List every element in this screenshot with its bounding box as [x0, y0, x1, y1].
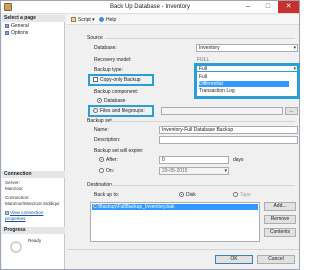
help-label: Help: [106, 17, 117, 23]
database-dropdown[interactable]: Inventory ▾: [196, 44, 298, 52]
name-label: Name:: [94, 127, 109, 133]
server-value: Manzoor: [5, 186, 23, 191]
select-page-header: Select a page: [2, 15, 65, 22]
page-icon: [5, 30, 9, 35]
script-dropdown-arrow[interactable]: ▾: [92, 17, 95, 23]
minimize-button[interactable]: –: [238, 1, 258, 13]
disk-radio[interactable]: Disk: [179, 192, 196, 198]
backup-type-label: Backup type:: [94, 67, 123, 73]
component-database-label: Database: [104, 98, 126, 104]
on-label: On:: [106, 168, 115, 174]
component-files-label: Files and filegroups:: [100, 108, 145, 114]
radio-icon[interactable]: [233, 192, 238, 198]
description-label: Description:: [94, 137, 121, 143]
after-label: After:: [106, 157, 118, 163]
expire-after-radio[interactable]: After:: [99, 157, 118, 163]
radio-icon[interactable]: [97, 98, 102, 104]
checkbox-box[interactable]: [93, 77, 98, 83]
expire-on-radio[interactable]: On:: [99, 168, 114, 174]
help-icon: [99, 17, 104, 23]
destination-section-title: Destination: [87, 182, 113, 188]
radio-icon[interactable]: [99, 168, 104, 174]
after-days-input[interactable]: 0: [159, 156, 229, 164]
add-destination-button[interactable]: Add...: [264, 202, 296, 211]
component-database-radio[interactable]: Database: [97, 98, 125, 104]
description-input[interactable]: [159, 136, 298, 144]
chevron-down-icon: ▾: [293, 45, 296, 51]
script-label: Script: [78, 17, 91, 23]
toolbar: Script ▾ Help: [67, 15, 299, 25]
view-connection-properties[interactable]: View connection properties: [5, 210, 64, 222]
tape-label: Tape: [240, 192, 251, 198]
copy-only-checkbox[interactable]: Copy-only Backup: [93, 77, 141, 83]
radio-icon[interactable]: [93, 108, 98, 114]
page-item-general[interactable]: General: [5, 23, 29, 29]
cancel-button[interactable]: Cancel: [257, 255, 295, 264]
recovery-model-label: Recovery model:: [94, 57, 132, 63]
view-connection-link[interactable]: View connection properties: [5, 210, 43, 221]
progress-status: Ready: [28, 238, 42, 243]
copy-only-label: Copy-only Backup: [100, 77, 141, 83]
destination-path-item[interactable]: C:\Backup\FullBackup_Inventory.bak: [92, 204, 258, 210]
database-value: Inventory: [199, 45, 220, 51]
page-icon: [5, 23, 9, 28]
chevron-down-icon: ▾: [224, 168, 227, 174]
page-item-label: Options: [11, 30, 29, 36]
remove-destination-button[interactable]: Remove: [264, 215, 296, 224]
expire-on-date-picker[interactable]: 29-05-2015 ▾: [159, 167, 229, 175]
days-unit-label: days: [233, 157, 244, 163]
ok-button[interactable]: OK: [215, 255, 253, 264]
progress-spinner-icon: [10, 241, 22, 253]
backup-type-highlight: [194, 63, 300, 99]
connection-value: Manzoor\Manzoor.Siddiqui: [5, 201, 60, 206]
help-button[interactable]: Help: [99, 17, 116, 23]
disk-label: Disk: [186, 192, 196, 198]
script-button[interactable]: Script ▾: [71, 17, 95, 23]
component-files-radio[interactable]: Files and filegroups:: [93, 108, 145, 114]
radio-icon[interactable]: [99, 157, 104, 163]
page-item-options[interactable]: Options: [5, 30, 28, 36]
back-up-to-label: Back up to:: [94, 192, 120, 198]
backup-dialog-window: Back Up Database - Inventory – □ ✕ Selec…: [0, 0, 300, 270]
source-divider: [105, 38, 295, 39]
database-label: Database:: [94, 45, 117, 51]
expire-label: Backup set will expire:: [94, 148, 144, 154]
left-pane: Select a page General Options Connection…: [2, 15, 65, 269]
destination-divider: [111, 185, 295, 186]
tape-radio[interactable]: Tape: [233, 192, 251, 198]
title-bar: Back Up Database - Inventory – □ ✕: [1, 1, 299, 14]
properties-icon: [5, 210, 9, 215]
contents-button[interactable]: Contents: [264, 228, 296, 237]
browse-files-button[interactable]: ...: [285, 107, 298, 115]
files-filegroups-input: [161, 107, 283, 115]
source-section-title: Source: [87, 35, 103, 41]
backup-set-divider: [109, 121, 295, 122]
radio-icon[interactable]: [179, 192, 184, 198]
close-button[interactable]: ✕: [278, 1, 299, 13]
footer-divider: [67, 249, 299, 250]
maximize-button[interactable]: □: [258, 1, 278, 13]
backup-component-label: Backup component:: [94, 89, 139, 95]
page-item-label: General: [11, 23, 29, 29]
destination-list[interactable]: C:\Backup\FullBackup_Inventory.bak: [90, 202, 260, 242]
backup-name-input[interactable]: Inventory-Full Database Backup: [159, 126, 298, 134]
progress-header: Progress: [2, 227, 65, 234]
on-date-value: 29-05-2015: [162, 168, 188, 174]
connection-header: Connection: [2, 171, 65, 178]
script-icon: [71, 17, 76, 23]
